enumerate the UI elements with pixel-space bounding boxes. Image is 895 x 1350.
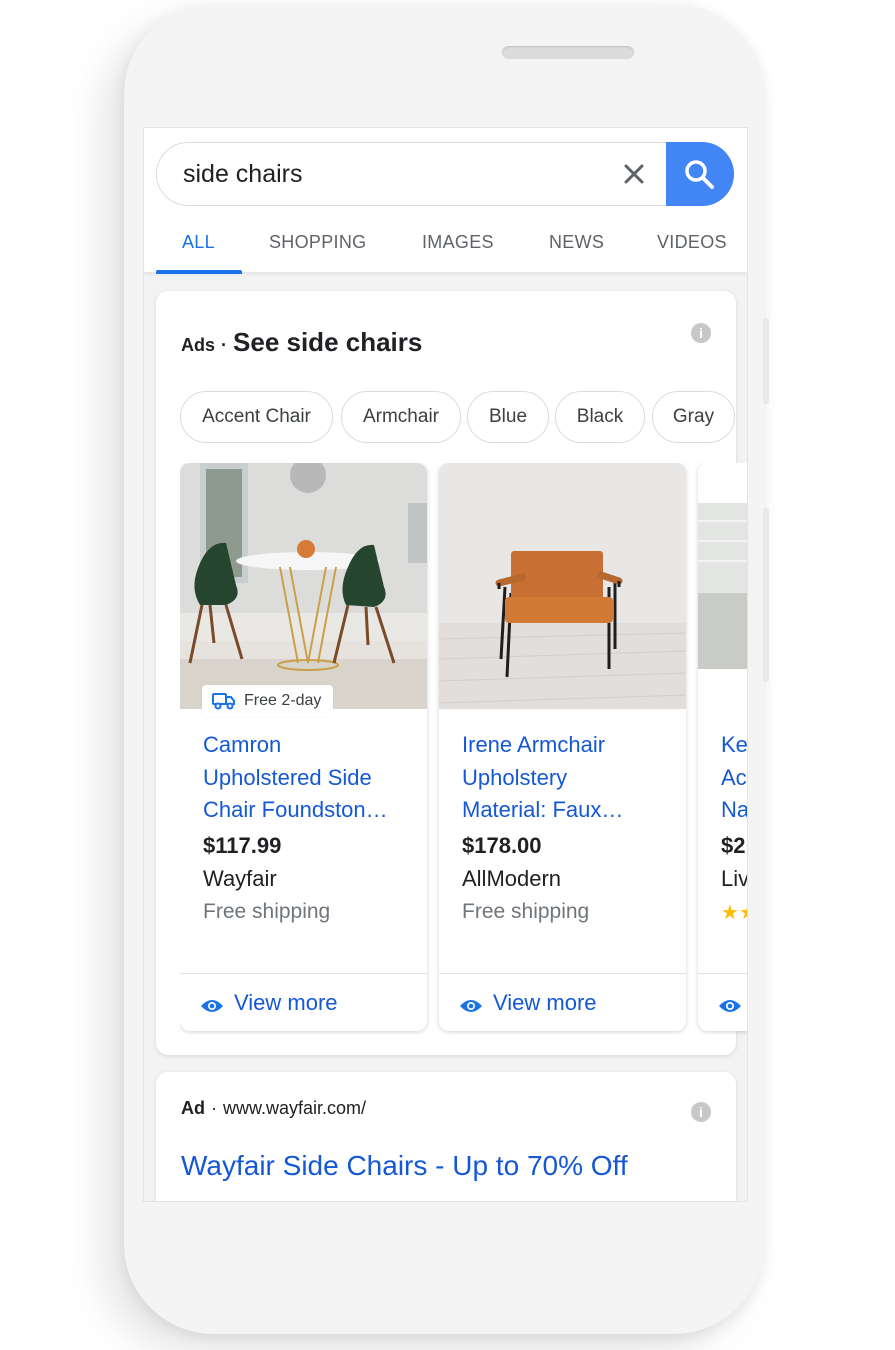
product-price: $2	[721, 833, 746, 858]
ads-label: Ads	[181, 335, 216, 355]
result-tabs: ALL SHOPPING IMAGES NEWS VIDEOS	[156, 232, 747, 274]
active-tab-indicator	[156, 270, 242, 274]
chip-black[interactable]: Black	[555, 391, 645, 443]
product-price: $117.99	[203, 833, 282, 858]
tab-news[interactable]: NEWS	[549, 232, 604, 253]
product-image	[698, 463, 747, 709]
rating-stars: ★★	[721, 900, 747, 925]
search-button[interactable]	[666, 142, 734, 206]
shipping-badge: Free 2-day	[202, 685, 334, 717]
tab-images[interactable]: IMAGES	[422, 232, 494, 253]
product-title-line[interactable]: Upholstered Side	[203, 762, 408, 795]
divider	[439, 973, 686, 974]
product-title-line[interactable]: Upholstery	[462, 762, 667, 795]
product-title-line[interactable]: Ac	[721, 762, 747, 795]
product-seller: AllModern	[462, 866, 562, 891]
ad-label: Ad	[181, 1098, 205, 1118]
product-seller: Wayfair	[203, 866, 277, 891]
filter-chips: Accent Chair Armchair Blue Black Gray	[180, 391, 736, 451]
product-seller: Liv	[721, 866, 747, 891]
product-price: $178.00	[462, 833, 542, 858]
search-bar[interactable]: side chairs	[156, 142, 734, 206]
product-title[interactable]: Camron Upholstered Side Chair Foundston…	[203, 729, 408, 827]
tab-videos[interactable]: VIDEOS	[657, 232, 727, 253]
truck-icon	[212, 693, 235, 710]
shopping-ads-card: Ads · See side chairs i Accent Chair Armch…	[156, 291, 747, 1055]
ads-heading: Ads · See side chairs	[181, 327, 422, 358]
chip-accent-chair[interactable]: Accent Chair	[180, 391, 333, 443]
product-carousel: Free 2-day Camron Upholstered Side Chair…	[180, 463, 747, 1035]
shipping-badge-label: Free 2-day	[244, 692, 322, 709]
search-header: side chairs ALL SHOPPING IMAGES NEWS VID…	[144, 128, 747, 274]
chip-gray[interactable]: Gray	[652, 391, 735, 443]
view-more-button[interactable]: View more	[459, 990, 597, 1016]
product-shipping: Free shipping	[462, 900, 590, 923]
clear-icon[interactable]	[620, 160, 648, 188]
info-icon[interactable]: i	[691, 323, 711, 343]
phone-side-button	[763, 508, 769, 682]
separator-dot: ·	[221, 335, 228, 355]
product-image	[439, 463, 686, 709]
product-image	[180, 463, 427, 709]
tab-shopping[interactable]: SHOPPING	[269, 232, 366, 253]
product-title-line[interactable]: Chair Foundston…	[203, 794, 408, 827]
product-title[interactable]: Ke Ac Na	[721, 729, 747, 827]
view-more-label: View more	[234, 990, 338, 1015]
eye-icon	[460, 1000, 482, 1012]
product-title-line[interactable]: Camron	[203, 729, 408, 762]
divider	[698, 973, 747, 974]
tab-all[interactable]: ALL	[182, 232, 215, 253]
star-icon: ★	[721, 902, 739, 924]
ad-url[interactable]: www.wayfair.com/	[223, 1098, 366, 1118]
product-title[interactable]: Irene Armchair Upholstery Material: Faux…	[462, 729, 667, 827]
product-card[interactable]: Ke Ac Na $2 Liv ★★	[698, 463, 747, 1031]
product-title-line[interactable]: Material: Faux…	[462, 794, 667, 827]
product-title-line[interactable]: Ke	[721, 729, 747, 762]
product-card[interactable]: Irene Armchair Upholstery Material: Faux…	[439, 463, 686, 1031]
phone-side-button	[763, 318, 769, 404]
eye-icon	[719, 1000, 741, 1012]
ad-title-link[interactable]: Wayfair Side Chairs - Up to 70% Off	[181, 1150, 628, 1182]
phone-speaker	[502, 46, 634, 59]
ad-header: Ad · www.wayfair.com/	[181, 1098, 366, 1119]
view-more-label: View more	[493, 990, 597, 1015]
chip-blue[interactable]: Blue	[467, 391, 549, 443]
product-title-line[interactable]: Na	[721, 794, 747, 827]
view-more-button[interactable]: View more	[200, 990, 338, 1016]
star-icon: ★	[739, 902, 747, 924]
product-shipping: Free shipping	[203, 900, 331, 923]
product-title-line[interactable]: Irene Armchair	[462, 729, 667, 762]
info-icon[interactable]: i	[691, 1102, 711, 1122]
eye-icon	[201, 1000, 223, 1012]
phone-screen: side chairs ALL SHOPPING IMAGES NEWS VID…	[143, 127, 748, 1202]
separator-dot: ·	[211, 1098, 217, 1118]
text-ad-card: Ad · www.wayfair.com/ i Wayfair Side Chair…	[156, 1072, 736, 1201]
chip-armchair[interactable]: Armchair	[341, 391, 461, 443]
ads-title: See side chairs	[233, 327, 423, 357]
divider	[180, 973, 427, 974]
search-icon	[685, 160, 714, 189]
view-more-button[interactable]	[718, 990, 747, 1016]
product-card[interactable]: Free 2-day Camron Upholstered Side Chair…	[180, 463, 427, 1031]
search-input[interactable]: side chairs	[183, 160, 303, 189]
